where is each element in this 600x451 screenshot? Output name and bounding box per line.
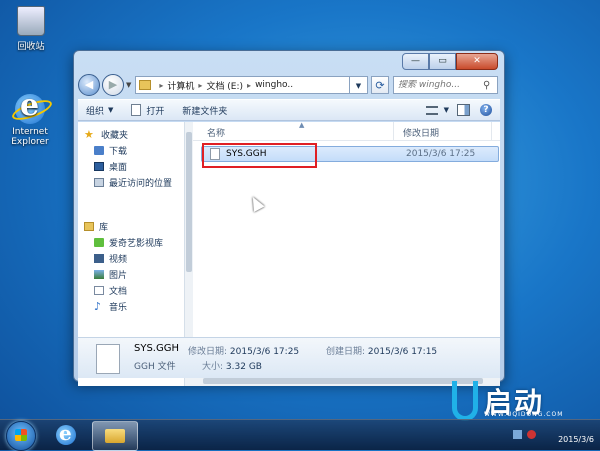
network-icon[interactable]: [513, 430, 522, 439]
nav-favorites[interactable]: ★ 收藏夹: [84, 126, 172, 142]
forward-button[interactable]: ▶: [102, 74, 124, 96]
navigation-bar: ◀ ▶ ▼ ▸ 计算机 ▸ 文档 (E:) ▸ wingho.. ▼ ⟳ ⚲: [78, 73, 498, 97]
organize-button[interactable]: 组织 ▼: [86, 104, 113, 117]
internet-explorer-icon: [9, 88, 55, 124]
download-folder-icon: [94, 145, 104, 155]
details-created: 创建日期: 2015/3/6 17:15: [326, 347, 438, 357]
chevron-right-icon[interactable]: ▸: [159, 81, 163, 90]
new-folder-button[interactable]: 新建文件夹: [182, 104, 227, 117]
chevron-right-icon[interactable]: ▸: [198, 81, 202, 90]
system-tray: [508, 430, 536, 439]
video-icon: [94, 253, 104, 263]
document-icon: [94, 285, 104, 295]
search-input[interactable]: [398, 80, 478, 90]
column-date-modified[interactable]: 修改日期: [403, 126, 439, 139]
nav-item-recent[interactable]: 最近访问的位置: [84, 174, 172, 190]
watermark-url: WWW.UQIDONG.COM: [484, 411, 564, 418]
refresh-button[interactable]: ⟳: [371, 76, 389, 94]
desktop-icon: [94, 161, 104, 171]
address-dropdown-icon[interactable]: ▼: [350, 76, 368, 94]
nav-item-documents[interactable]: 文档: [84, 282, 163, 298]
taskbar-explorer-button[interactable]: [92, 421, 138, 451]
breadcrumb-folder[interactable]: wingho..: [255, 80, 293, 90]
details-file-name: SYS.GGH: [134, 343, 179, 354]
chevron-down-icon[interactable]: ▼: [444, 106, 449, 114]
details-size: 大小: 3.32 GB: [202, 362, 262, 372]
explorer-window: — ▭ ✕ ◀ ▶ ▼ ▸ 计算机 ▸ 文档 (E:) ▸ wingho.. ▼…: [73, 50, 505, 386]
view-options-icon[interactable]: [425, 105, 438, 115]
start-button[interactable]: [6, 421, 36, 451]
breadcrumb-drive[interactable]: 文档 (E:): [206, 79, 243, 92]
maximize-button[interactable]: ▭: [429, 53, 456, 70]
recent-places-icon: [94, 177, 104, 187]
internet-explorer-label: Internet Explorer: [11, 127, 49, 147]
nav-item-music[interactable]: ♪ 音乐: [84, 298, 163, 314]
scrollbar-thumb[interactable]: [203, 378, 483, 384]
address-bar[interactable]: ▸ 计算机 ▸ 文档 (E:) ▸ wingho..: [135, 76, 350, 94]
music-note-icon: ♪: [94, 299, 102, 313]
desktop-internet-explorer[interactable]: Internet Explorer: [0, 88, 62, 147]
back-button[interactable]: ◀: [78, 74, 100, 96]
nav-libraries[interactable]: 库: [84, 218, 163, 234]
clock[interactable]: 2015/3/6: [558, 422, 594, 446]
new-folder-label: 新建文件夹: [182, 106, 228, 117]
scrollbar-thumb[interactable]: [186, 132, 192, 272]
open-label: 打开: [146, 106, 165, 117]
nav-item-desktop[interactable]: 桌面: [84, 158, 172, 174]
clock-date: 2015/3/6: [558, 435, 594, 444]
breadcrumb-computer[interactable]: 计算机: [167, 79, 194, 92]
caption-buttons: — ▭ ✕: [402, 53, 498, 70]
column-name[interactable]: 名称: [207, 126, 225, 139]
column-headers: ▲ 名称 修改日期: [193, 121, 500, 141]
details-file-type: GGH 文件: [134, 362, 176, 372]
iqiyi-library-icon: [94, 237, 104, 247]
watermark-u-icon: [452, 381, 478, 421]
details-modified: 修改日期: 2015/3/6 17:25: [188, 347, 300, 357]
open-button[interactable]: 打开: [131, 104, 164, 117]
organize-label: 组织: [86, 106, 105, 117]
nav-item-downloads[interactable]: 下载: [84, 142, 172, 158]
picture-icon: [94, 269, 104, 279]
document-icon: [131, 104, 142, 116]
sort-ascending-icon: ▲: [299, 121, 305, 129]
help-icon[interactable]: ?: [480, 104, 492, 116]
preview-pane-icon[interactable]: [457, 104, 470, 116]
column-divider[interactable]: [393, 122, 394, 140]
search-box[interactable]: ⚲: [393, 76, 498, 94]
taskbar: 2015/3/6: [0, 419, 600, 451]
nav-item-pictures[interactable]: 图片: [84, 266, 163, 282]
taskbar-internet-explorer-icon[interactable]: [56, 421, 76, 445]
nav-item-videos[interactable]: 视频: [84, 250, 163, 266]
file-date: 2015/3/6 17:25: [406, 149, 476, 159]
recent-pages-dropdown-icon[interactable]: ▼: [126, 81, 131, 89]
windows-logo-icon: [15, 429, 27, 441]
file-preview-icon: [96, 344, 120, 374]
command-bar: 组织 ▼ 打开 新建文件夹 ▼ ?: [78, 99, 500, 121]
highlight-box: [202, 143, 317, 168]
recycle-bin-label: 回收站: [17, 42, 45, 52]
star-icon: ★: [84, 127, 94, 141]
folder-icon: [105, 429, 125, 443]
desktop-recycle-bin[interactable]: 回收站: [0, 6, 63, 52]
details-pane: SYS.GGH GGH 文件 修改日期: 2015/3/6 17:25 大小: …: [78, 337, 500, 378]
watermark-logo: 启动 WWW.UQIDONG.COM: [452, 381, 592, 421]
minimize-button[interactable]: —: [402, 53, 429, 70]
nav-item-iqiyi[interactable]: 爱奇艺影视库: [84, 234, 163, 250]
library-icon: [84, 221, 94, 231]
recycle-bin-icon: [17, 6, 45, 36]
address-folder-icon: [139, 80, 152, 90]
search-icon[interactable]: ⚲: [483, 80, 497, 91]
chevron-down-icon: ▼: [108, 106, 114, 114]
chevron-right-icon[interactable]: ▸: [247, 81, 251, 90]
volume-muted-icon[interactable]: [527, 430, 536, 439]
close-button[interactable]: ✕: [456, 53, 498, 70]
column-divider[interactable]: [491, 122, 492, 140]
